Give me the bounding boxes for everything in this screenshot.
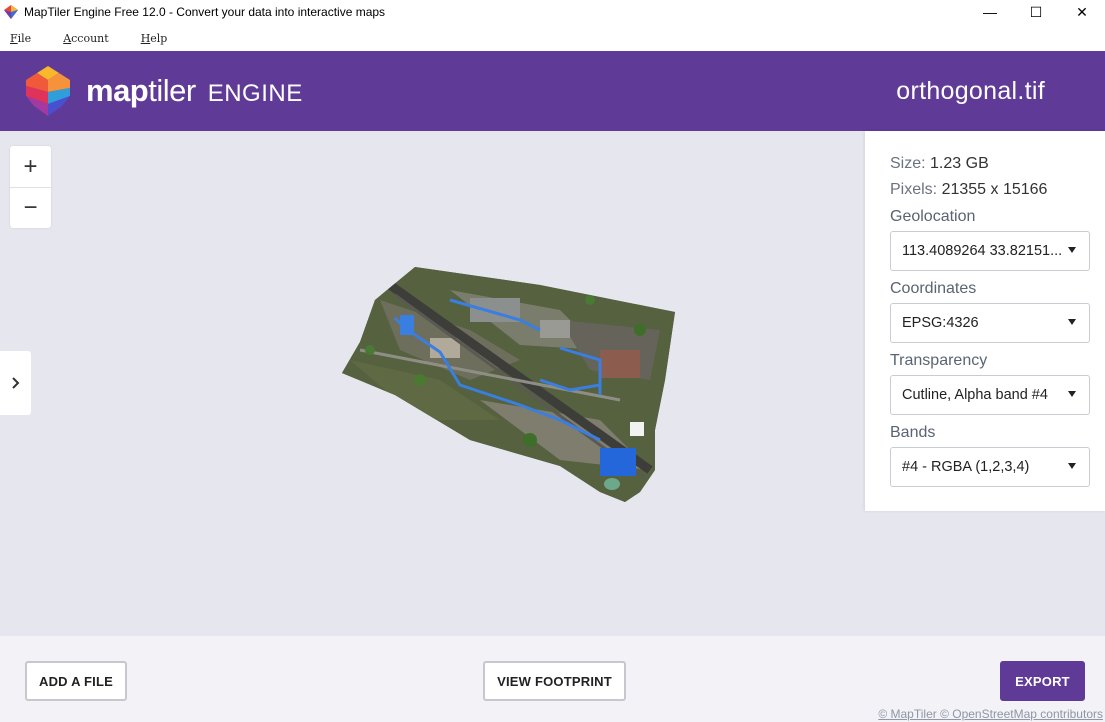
orthophoto-preview [342,267,675,502]
dropdown-caret-icon [1068,319,1076,325]
bottom-action-bar: ADD A FILE VIEW FOOTPRINT EXPORT © MapTi… [0,636,1105,722]
dropdown-caret-icon [1068,463,1076,469]
zoom-control: + − [10,146,51,228]
menu-help-label: elp [150,31,168,45]
coordinates-label: Coordinates [890,280,977,297]
zoom-out-button[interactable]: − [10,187,51,228]
zoom-in-button[interactable]: + [10,146,51,187]
bands-value: #4 - RGBA (1,2,3,4) [902,459,1030,475]
window-titlebar: MapTiler Engine Free 12.0 - Convert your… [0,0,1105,24]
file-name: orthogonal.tif [896,77,1045,105]
brand-map: map [86,73,149,108]
brand-wordmark: map tiler ENGINE [86,73,303,109]
dropdown-caret-icon [1068,391,1076,397]
close-icon[interactable]: ✕ [1059,0,1105,24]
view-footprint-button[interactable]: VIEW FOOTPRINT [483,661,626,701]
size-label: Size: [890,155,926,172]
transparency-label: Transparency [890,352,988,369]
pixels-info: Pixels: 21355 x 15166 [890,181,1047,199]
size-value: 1.23 GB [930,155,989,172]
dropdown-caret-icon [1068,247,1076,253]
geolocation-select[interactable]: 113.4089264 33.82151... [890,231,1090,271]
bands-label: Bands [890,424,936,441]
coordinates-select[interactable]: EPSG:4326 [890,303,1090,343]
window-title: MapTiler Engine Free 12.0 - Convert your… [24,5,386,19]
side-panel-toggle[interactable] [0,351,31,415]
pixels-label: Pixels: [890,181,938,198]
coordinates-value: EPSG:4326 [902,315,979,331]
chevron-right-icon [11,377,19,389]
window-controls: — ☐ ✕ [967,0,1105,24]
size-info: Size: 1.23 GB [890,155,989,173]
export-button[interactable]: EXPORT [1000,661,1085,701]
transparency-select[interactable]: Cutline, Alpha band #4 [890,375,1090,415]
brand-tiler: tiler [148,73,196,108]
map-attribution[interactable]: © MapTiler © OpenStreetMap contributors [878,707,1103,721]
menu-account-label: ccount [71,31,109,45]
minimize-icon[interactable]: — [967,0,1013,24]
menu-help-accel: H [140,31,151,45]
add-file-button[interactable]: ADD A FILE [25,661,127,701]
app-header: map tiler ENGINE orthogonal.tif [0,51,1105,131]
pixels-value: 21355 x 15166 [941,181,1048,198]
menu-account-accel: A [63,31,72,45]
app-icon [4,5,18,19]
geolocation-value: 113.4089264 33.82151... [902,243,1062,259]
maptiler-logo-icon [26,66,70,116]
maximize-icon[interactable]: ☐ [1013,0,1059,24]
menu-file-label: ile [17,31,32,45]
menu-bar: File Account Help [0,28,189,48]
bands-select[interactable]: #4 - RGBA (1,2,3,4) [890,447,1090,487]
menu-account[interactable]: Account [63,32,109,45]
brand-engine: ENGINE [207,80,303,107]
file-info-panel: Size: 1.23 GB Pixels: 21355 x 15166 Geol… [865,131,1105,511]
geolocation-label: Geolocation [890,208,976,225]
menu-file-accel: F [10,31,18,45]
transparency-value: Cutline, Alpha band #4 [902,387,1048,403]
menu-help[interactable]: Help [141,32,168,45]
menu-file[interactable]: File [10,32,31,45]
